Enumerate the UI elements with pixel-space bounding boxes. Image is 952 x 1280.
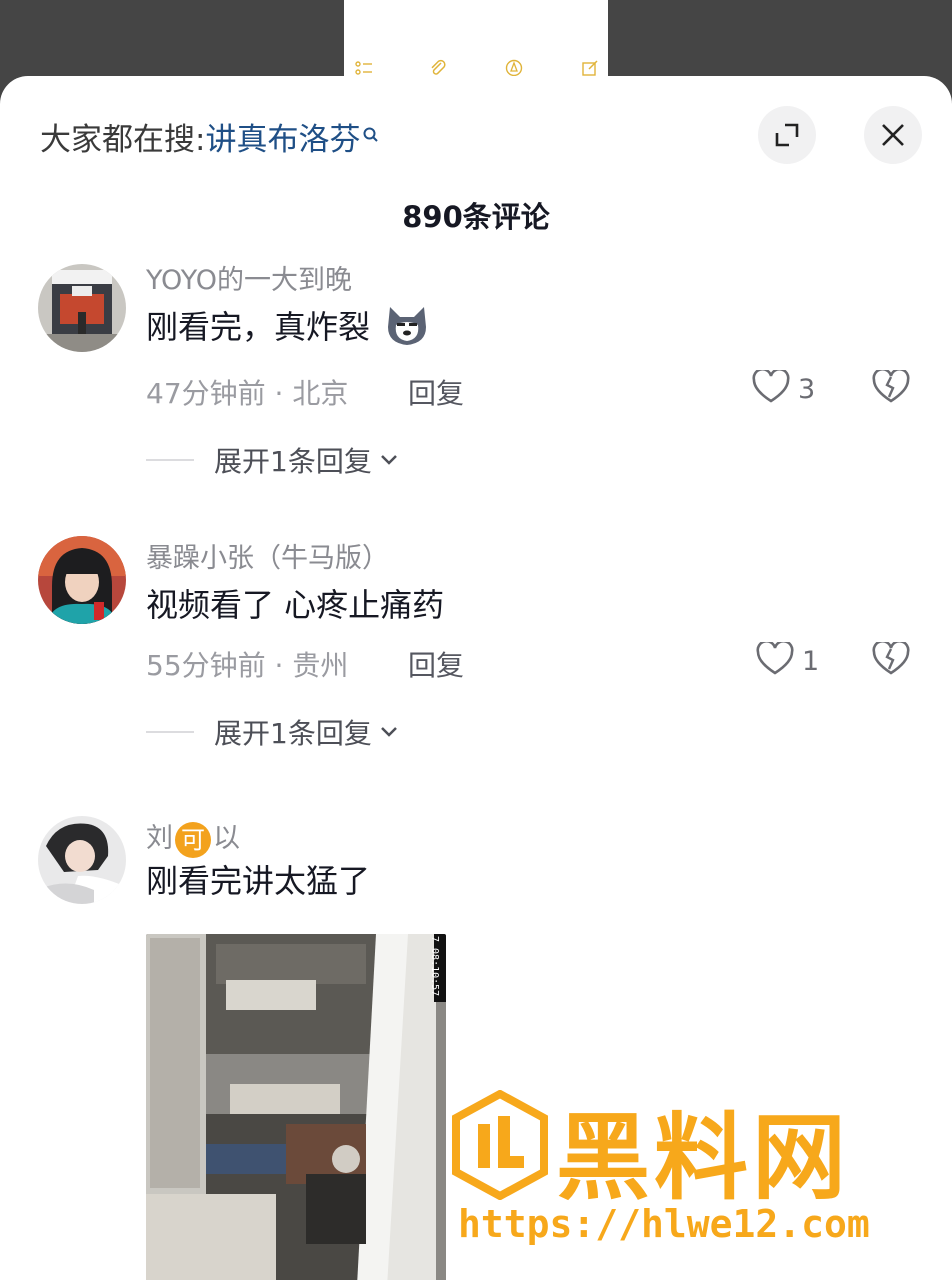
comment-username[interactable]: 暴躁小张（牛马版） — [146, 536, 389, 575]
heart-icon — [752, 367, 790, 408]
search-suggestion[interactable]: 大家都在搜:讲真布洛芬 — [40, 114, 380, 159]
comment-item: YOYO的一大到晚 刚看完，真炸裂 47分钟前 · 北京 回复 3 展开1条回复 — [0, 264, 952, 504]
expand-replies[interactable]: 展开1条回复 — [146, 440, 398, 480]
paperclip-icon[interactable] — [428, 58, 448, 78]
expand-fullscreen-button[interactable] — [758, 106, 816, 164]
image-timestamp: 7 08:10:57 — [429, 936, 440, 997]
search-icon — [362, 116, 380, 152]
comment-item: 暴躁小张（牛马版） 视频看了 心疼止痛药 55分钟前 · 贵州 回复 1 展开1… — [0, 536, 952, 776]
pen-icon[interactable] — [504, 58, 524, 78]
comments-sheet: 大家都在搜:讲真布洛芬 890条评论 YOYO的一大到晚 刚看完，真炸裂 47分… — [0, 76, 952, 1280]
like-count: 3 — [798, 373, 816, 405]
comment-username[interactable]: YOYO的一大到晚 — [146, 258, 352, 297]
heart-icon — [756, 639, 794, 680]
comment-text: 刚看完，真炸裂 — [146, 302, 430, 355]
divider-line — [146, 459, 194, 461]
expand-icon — [774, 122, 800, 148]
watermark-url: https://hlwe12.com — [458, 1202, 870, 1246]
avatar[interactable] — [38, 264, 126, 352]
like-button[interactable]: 3 — [752, 367, 816, 408]
comment-text: 刚看完讲太猛了 — [146, 862, 371, 900]
like-button[interactable]: 1 — [756, 639, 820, 680]
expand-replies[interactable]: 展开1条回复 — [146, 712, 398, 752]
expand-replies-label: 展开1条回复 — [214, 717, 372, 750]
watermark-title: 黑料网 — [556, 1104, 851, 1213]
broken-heart-icon — [872, 639, 910, 680]
comment-username[interactable]: 刘可以 — [146, 816, 240, 858]
checklist-icon[interactable] — [354, 58, 374, 78]
broken-heart-icon — [872, 367, 910, 408]
husky-emoji-icon — [384, 303, 430, 355]
reply-button[interactable]: 回复 — [408, 372, 464, 412]
comment-time-location: 47分钟前 · 北京 — [146, 377, 349, 410]
comment-count-title: 890条评论 — [402, 200, 550, 234]
search-keyword[interactable]: 讲真布洛芬 — [205, 122, 360, 158]
hexagon-logo-icon — [452, 1089, 548, 1204]
dislike-button[interactable] — [872, 639, 910, 680]
watermark: 黑料网 https://hlwe12.com — [452, 1089, 932, 1250]
comment-image[interactable]: 7 08:10:57 — [146, 934, 446, 1280]
avatar[interactable] — [38, 816, 126, 904]
coin-badge-icon: 可 — [175, 821, 211, 858]
compose-icon[interactable] — [580, 58, 600, 78]
dislike-button[interactable] — [872, 367, 910, 408]
search-prefix: 大家都在搜: — [40, 122, 206, 158]
close-icon — [880, 122, 906, 148]
avatar[interactable] — [38, 536, 126, 624]
chevron-down-icon — [380, 723, 398, 742]
comment-time-location: 55分钟前 · 贵州 — [146, 649, 349, 682]
like-count: 1 — [802, 645, 820, 677]
reply-button[interactable]: 回复 — [408, 644, 464, 684]
comment-text: 视频看了 心疼止痛药 — [146, 586, 445, 624]
expand-replies-label: 展开1条回复 — [214, 445, 372, 478]
chevron-down-icon — [380, 451, 398, 470]
close-button[interactable] — [864, 106, 922, 164]
divider-line — [146, 731, 194, 733]
